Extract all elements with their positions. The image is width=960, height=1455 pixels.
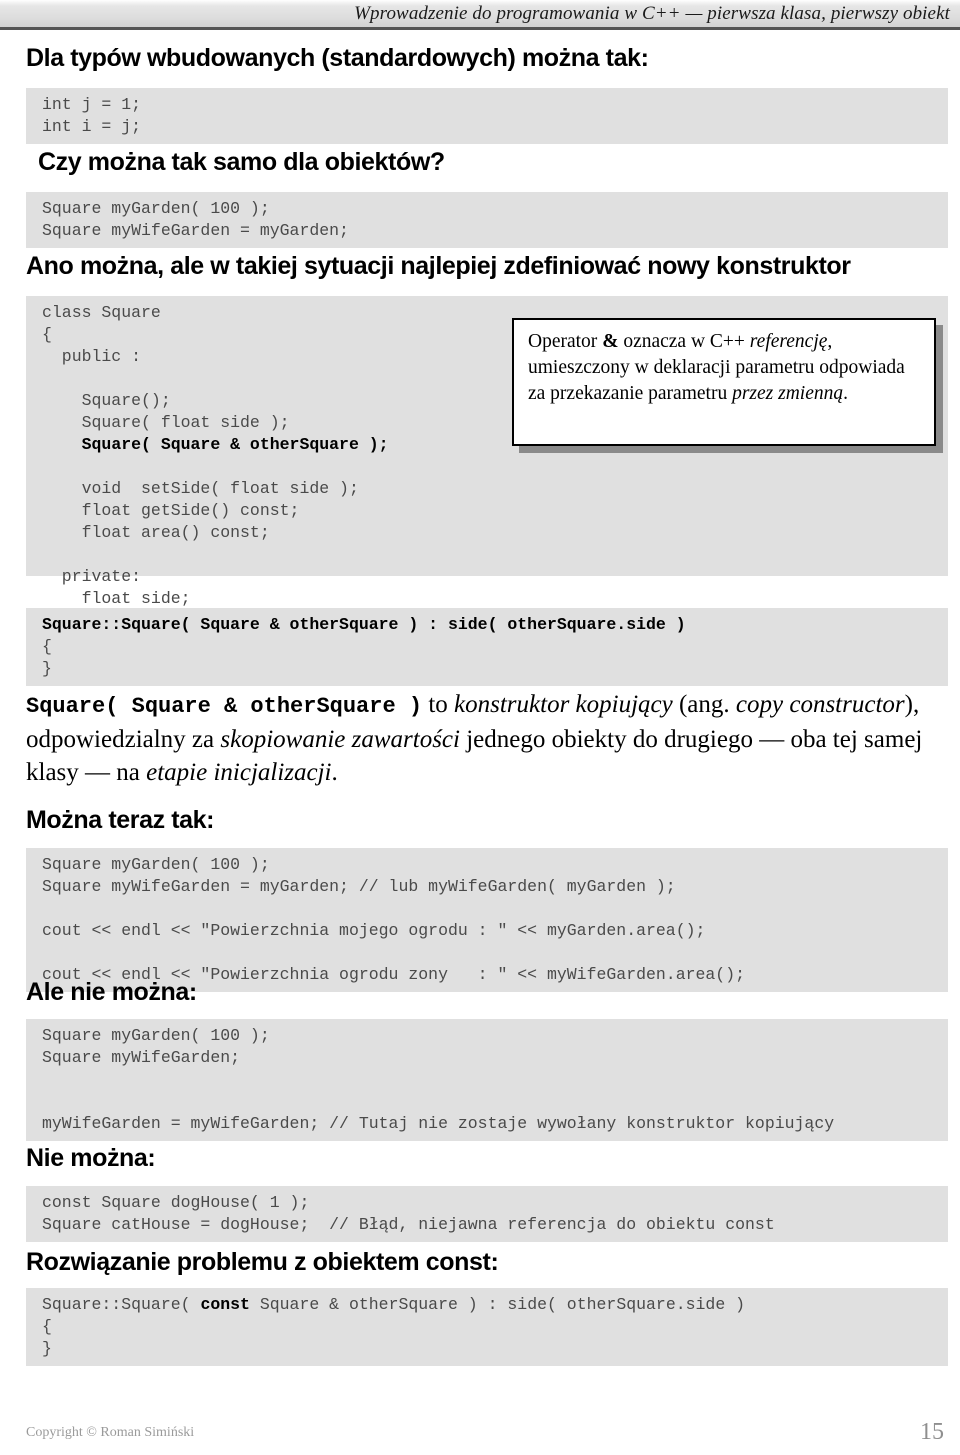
code-block-const-error: const Square dogHouse( 1 ); Square catHo… (26, 1186, 948, 1242)
heading-builtin-types: Dla typów wbudowanych (standardowych) mo… (26, 44, 649, 72)
code-block-const-solution: Square::Square( const Square & otherSqua… (26, 1288, 948, 1366)
footer-copyright: Copyright © Roman Simiński (26, 1425, 195, 1440)
prose-mono-signature: Square( Square & otherSquare ) (26, 694, 423, 719)
copy-ctor-signature: Square::Square( Square & otherSquare ) :… (42, 615, 686, 634)
callout-line1-pre: Operator (528, 331, 603, 352)
prose-part5: . (331, 759, 338, 786)
prose-em-konstruktor-kopiujacy: konstruktor kopiujący (454, 691, 673, 718)
heading-not-possible: Nie można: (26, 1144, 156, 1172)
callout-line4-post: . (843, 383, 848, 404)
solution-code-const-keyword: const (200, 1295, 250, 1314)
page-header: Wprowadzenie do programowania w C++ — pi… (0, 0, 960, 30)
copy-ctor-body: { } (42, 637, 52, 678)
class-code-copy-ctor: Square( Square & otherSquare ); (81, 435, 389, 454)
heading-new-constructor: Ano można, ale w takiej sytuacji najlepi… (26, 252, 851, 280)
page-header-title: Wprowadzenie do programowania w C++ — pi… (354, 3, 950, 24)
callout-line2: umieszczony w deklaracji parametru (528, 357, 815, 378)
callout-line1-em: referencję (749, 331, 828, 352)
prose-em-copy-constructor: copy constructor (735, 691, 905, 718)
code-block-but-not-possible: Square myGarden( 100 ); Square myWifeGar… (26, 1019, 948, 1141)
prose-part1: to (422, 691, 455, 718)
prose-part2: (ang. (672, 691, 736, 718)
heading-but-not-possible: Ale nie można: (26, 978, 197, 1006)
footer-page-number: 15 (920, 1419, 944, 1445)
heading-const-solution: Rozwiązanie problemu z obiektem const: (26, 1248, 499, 1276)
callout-reference-operator: Operator & oznacza w C++ referencję, umi… (512, 318, 936, 446)
callout-line1-mid: oznacza w C++ (618, 331, 750, 352)
callout-line4-em: przez zmienną (732, 383, 844, 404)
code-block-builtin-assign: int j = 1; int i = j; (26, 88, 948, 144)
callout-text: Operator & oznacza w C++ referencję, umi… (528, 329, 920, 407)
heading-now-possible: Można teraz tak: (26, 806, 215, 834)
paragraph-copy-constructor-explanation: Square( Square & otherSquare ) to konstr… (26, 688, 956, 789)
class-code-pre: class Square { public : Square(); Square… (42, 303, 290, 432)
callout-ampersand: & (602, 331, 619, 352)
code-block-copy-ctor-definition: Square::Square( Square & otherSquare ) :… (26, 608, 948, 686)
callout-line1-post: , (827, 331, 833, 352)
code-block-object-copy-init: Square myGarden( 100 ); Square myWifeGar… (26, 192, 948, 248)
prose-em-skopiowanie-zawartosci: skopiowanie zawartości (220, 726, 460, 753)
solution-code-pre: Square::Square( (42, 1295, 201, 1314)
code-block-now-possible: Square myGarden( 100 ); Square myWifeGar… (26, 848, 948, 992)
prose-em-etapie-inicjalizacji: etapie inicjalizacji (146, 759, 332, 786)
heading-objects-question: Czy można tak samo dla obiektów? (38, 148, 445, 176)
